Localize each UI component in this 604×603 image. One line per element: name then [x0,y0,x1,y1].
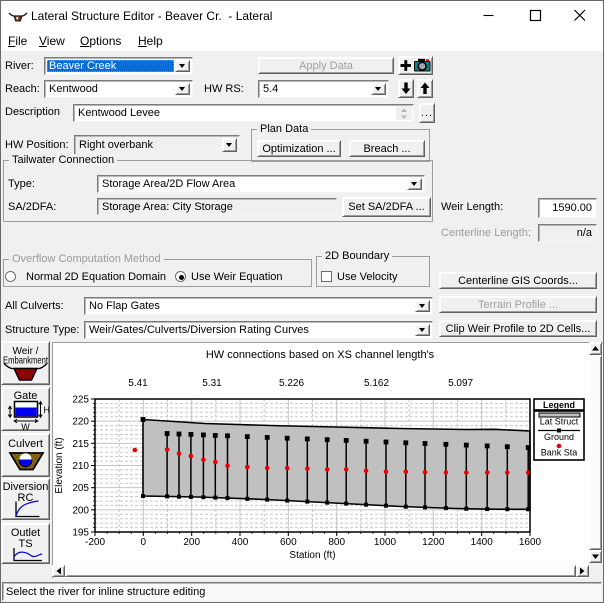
svg-text:Elevation (ft): Elevation (ft) [54,437,65,493]
svg-text:210: 210 [72,461,89,472]
svg-text:Bank Sta: Bank Sta [541,448,578,458]
svg-text:Gate: Gate [14,390,38,402]
svg-text:400: 400 [232,537,249,548]
svg-text:1000: 1000 [374,537,397,548]
svg-text:Station (ft): Station (ft) [289,550,335,561]
svg-text:215: 215 [72,439,89,450]
svg-text:5.31: 5.31 [202,378,222,389]
svg-text:Embankment: Embankment [3,356,48,367]
svg-text:Culvert: Culvert [8,438,43,450]
svg-text:205: 205 [72,483,89,494]
svg-text:5.41: 5.41 [128,378,148,389]
svg-text:1200: 1200 [422,537,445,548]
svg-text:200: 200 [183,537,200,548]
svg-text:-200: -200 [85,537,105,548]
svg-text:5.162: 5.162 [364,378,389,389]
svg-text:600: 600 [280,537,297,548]
svg-text:225: 225 [72,395,89,406]
svg-text:0: 0 [141,537,147,548]
svg-text:W: W [21,422,30,430]
svg-text:HW connections based on XS cha: HW connections based on XS channel lengt… [206,349,435,361]
svg-text:1400: 1400 [471,537,494,548]
svg-text:TS: TS [18,538,32,550]
svg-text:220: 220 [72,417,89,428]
svg-text:5.226: 5.226 [279,378,304,389]
svg-text:H: H [44,405,50,415]
svg-text:5.097: 5.097 [448,378,473,389]
svg-text:800: 800 [328,537,345,548]
svg-text:Ground: Ground [544,432,574,442]
svg-text:200: 200 [72,505,89,516]
svg-text:1600: 1600 [519,537,542,548]
svg-text:Legend: Legend [543,400,575,410]
svg-text:Lat Struct: Lat Struct [540,417,579,427]
